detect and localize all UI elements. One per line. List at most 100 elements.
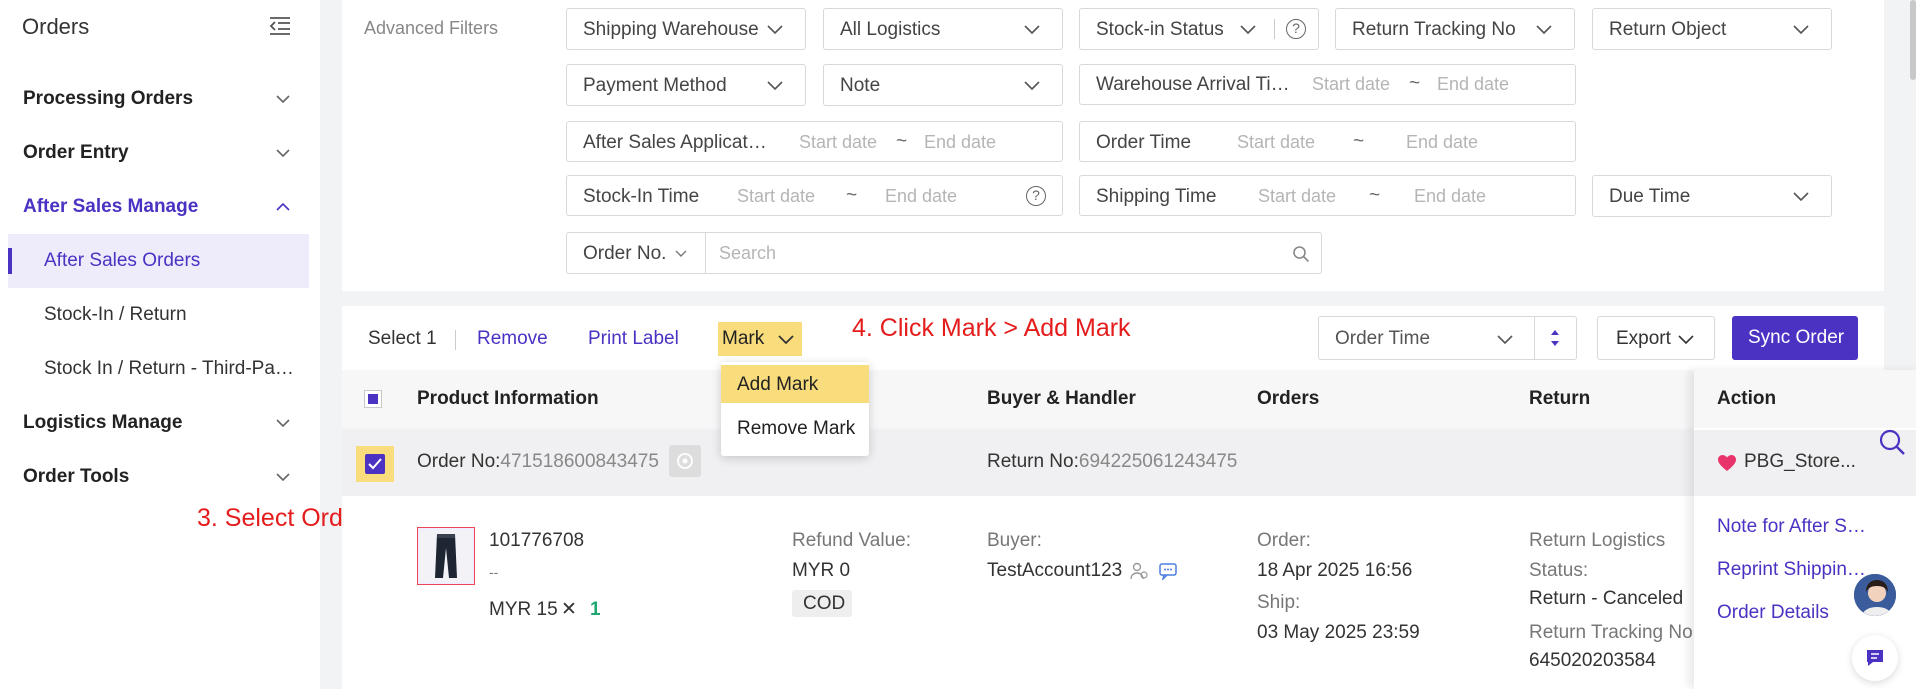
step-4-annotation: 4. Click Mark > Add Mark xyxy=(852,314,1131,342)
chevron-down-icon xyxy=(767,81,783,91)
search-icon[interactable] xyxy=(1878,428,1906,456)
range-separator: ~ xyxy=(846,185,858,206)
select-label: Return Tracking No xyxy=(1352,19,1516,40)
end-date-input[interactable]: End date xyxy=(924,132,996,153)
scrollbar[interactable] xyxy=(1910,0,1916,80)
sidebar-item-label: Order Tools xyxy=(23,466,130,487)
date-range-label: Warehouse Arrival Time xyxy=(1096,74,1296,95)
sidebar-subitem-after-sales-orders[interactable]: After Sales Orders xyxy=(8,234,309,288)
menu-item-label: Remove Mark xyxy=(737,418,856,439)
user-info-icon[interactable] xyxy=(1130,562,1148,580)
date-range-label: After Sales Application Time xyxy=(583,132,768,153)
refund-label: Refund Value: xyxy=(792,530,912,551)
select-all-checkbox[interactable] xyxy=(364,390,382,408)
date-range-label: Shipping Time xyxy=(1096,186,1217,207)
remove-mark-menu-item[interactable]: Remove Mark xyxy=(721,409,869,447)
export-button[interactable]: Export xyxy=(1597,316,1715,360)
end-date-input[interactable]: End date xyxy=(1406,132,1478,153)
chevron-down-icon xyxy=(767,25,783,35)
stockin-status-select[interactable]: Stock-in Status ? xyxy=(1079,8,1319,50)
logistics-select[interactable]: All Logistics xyxy=(823,8,1063,50)
select-label: All Logistics xyxy=(840,19,941,40)
range-separator: ~ xyxy=(1353,131,1365,152)
buyer-name[interactable]: TestAccount123 xyxy=(987,560,1122,582)
support-avatar[interactable] xyxy=(1852,572,1898,618)
chevron-down-icon xyxy=(675,250,687,257)
warehouse-arrival-date-range[interactable]: Warehouse Arrival Time Start date ~ End … xyxy=(1079,64,1576,105)
help-icon[interactable]: ? xyxy=(1286,19,1306,39)
select-label: Order No. xyxy=(583,243,667,264)
product-thumbnail[interactable] xyxy=(417,527,475,585)
chevron-down-icon xyxy=(276,473,290,482)
after-sales-app-date-range[interactable]: After Sales Application Time Start date … xyxy=(566,121,1063,162)
end-date-input[interactable]: End date xyxy=(885,186,957,207)
sidebar-item-label: Logistics Manage xyxy=(23,412,183,433)
row-checkbox[interactable] xyxy=(365,454,385,474)
search-placeholder: Search xyxy=(719,243,777,263)
start-date-input[interactable]: Start date xyxy=(1312,74,1390,95)
header-product-information: Product Information xyxy=(417,388,599,409)
note-select[interactable]: Note xyxy=(823,64,1063,106)
sync-order-button[interactable]: Sync Order xyxy=(1732,316,1858,360)
start-date-input[interactable]: Start date xyxy=(737,186,815,207)
end-date-input[interactable]: End date xyxy=(1414,186,1486,207)
order-details-link[interactable]: Order Details xyxy=(1717,602,1829,624)
remove-button[interactable]: Remove xyxy=(477,328,548,350)
return-tracking-select[interactable]: Return Tracking No xyxy=(1335,8,1575,50)
add-mark-menu-item[interactable]: Add Mark xyxy=(721,365,869,403)
sort-field-select[interactable]: Order Time xyxy=(1318,316,1577,360)
select-label: Order Time xyxy=(1335,328,1431,349)
start-date-input[interactable]: Start date xyxy=(1258,186,1336,207)
order-no-select[interactable]: Order No. xyxy=(566,232,706,274)
product-variant: -- xyxy=(489,564,499,580)
search-input[interactable]: Search xyxy=(705,232,1322,274)
status-value: Return - Canceled xyxy=(1529,588,1684,609)
due-time-select[interactable]: Due Time xyxy=(1592,175,1832,217)
print-label-button[interactable]: Print Label xyxy=(588,328,679,350)
end-date-input[interactable]: End date xyxy=(1437,74,1509,95)
sidebar-item-after-sales-manage[interactable]: After Sales Manage xyxy=(0,180,320,234)
reprint-shipping-label-link[interactable]: Reprint Shipping Label xyxy=(1717,559,1867,581)
sidebar-item-logistics-manage[interactable]: Logistics Manage xyxy=(0,396,320,450)
start-date-input[interactable]: Start date xyxy=(1237,132,1315,153)
note-after-sales-link[interactable]: Note for After Sales xyxy=(1717,516,1867,538)
return-tracking-label: Return Tracking No: xyxy=(1529,622,1698,643)
sidebar-subitem-stock-in-return[interactable]: Stock-In / Return xyxy=(8,288,309,342)
select-label: Stock-in Status xyxy=(1096,19,1224,40)
collapse-menu-icon[interactable] xyxy=(268,16,292,36)
support-chat-button[interactable] xyxy=(1852,635,1898,681)
order-no-value[interactable]: 471518600843475 xyxy=(500,451,659,472)
shipping-warehouse-select[interactable]: Shipping Warehouse xyxy=(566,8,806,50)
sidebar-item-label: Order Entry xyxy=(23,142,129,163)
help-icon[interactable]: ? xyxy=(1026,186,1046,206)
range-separator: ~ xyxy=(896,131,908,152)
sidebar-item-label: Processing Orders xyxy=(23,88,194,109)
chevron-up-icon xyxy=(276,202,290,211)
sidebar-item-order-entry[interactable]: Order Entry xyxy=(0,126,320,180)
chevron-down-icon xyxy=(276,149,290,158)
chat-icon[interactable] xyxy=(1159,562,1177,582)
product-image xyxy=(420,530,472,582)
sidebar-item-order-tools[interactable]: Order Tools xyxy=(0,450,320,504)
search-icon[interactable] xyxy=(1292,245,1310,263)
payment-method-select[interactable]: Payment Method xyxy=(566,64,806,106)
sidebar-subitem-stock-in-third-party[interactable]: Stock In / Return - Third-Party Warehous… xyxy=(8,342,309,396)
copy-order-button[interactable] xyxy=(669,445,701,477)
sidebar-subitem-label: Stock-In / Return xyxy=(44,304,187,325)
select-label: Payment Method xyxy=(583,75,727,96)
mark-button[interactable]: Mark xyxy=(718,322,802,356)
order-time-date-range[interactable]: Order Time Start date ~ End date xyxy=(1079,121,1576,162)
stockin-time-date-range[interactable]: Stock-In Time Start date ~ End date ? xyxy=(566,175,1063,216)
header-action: Action xyxy=(1717,388,1777,409)
start-date-input[interactable]: Start date xyxy=(799,132,877,153)
return-object-select[interactable]: Return Object xyxy=(1592,8,1832,50)
header-return: Return xyxy=(1529,388,1591,409)
shipping-time-date-range[interactable]: Shipping Time Start date ~ End date xyxy=(1079,175,1576,216)
return-no-value[interactable]: 694225061243475 xyxy=(1079,451,1238,472)
header-orders: Orders xyxy=(1257,388,1320,409)
indeterminate-indicator xyxy=(368,394,378,404)
sidebar-item-processing-orders[interactable]: Processing Orders xyxy=(0,72,320,126)
chevron-down-icon xyxy=(1678,335,1694,345)
divider xyxy=(1274,19,1275,39)
sort-order-icon[interactable] xyxy=(1549,327,1561,349)
